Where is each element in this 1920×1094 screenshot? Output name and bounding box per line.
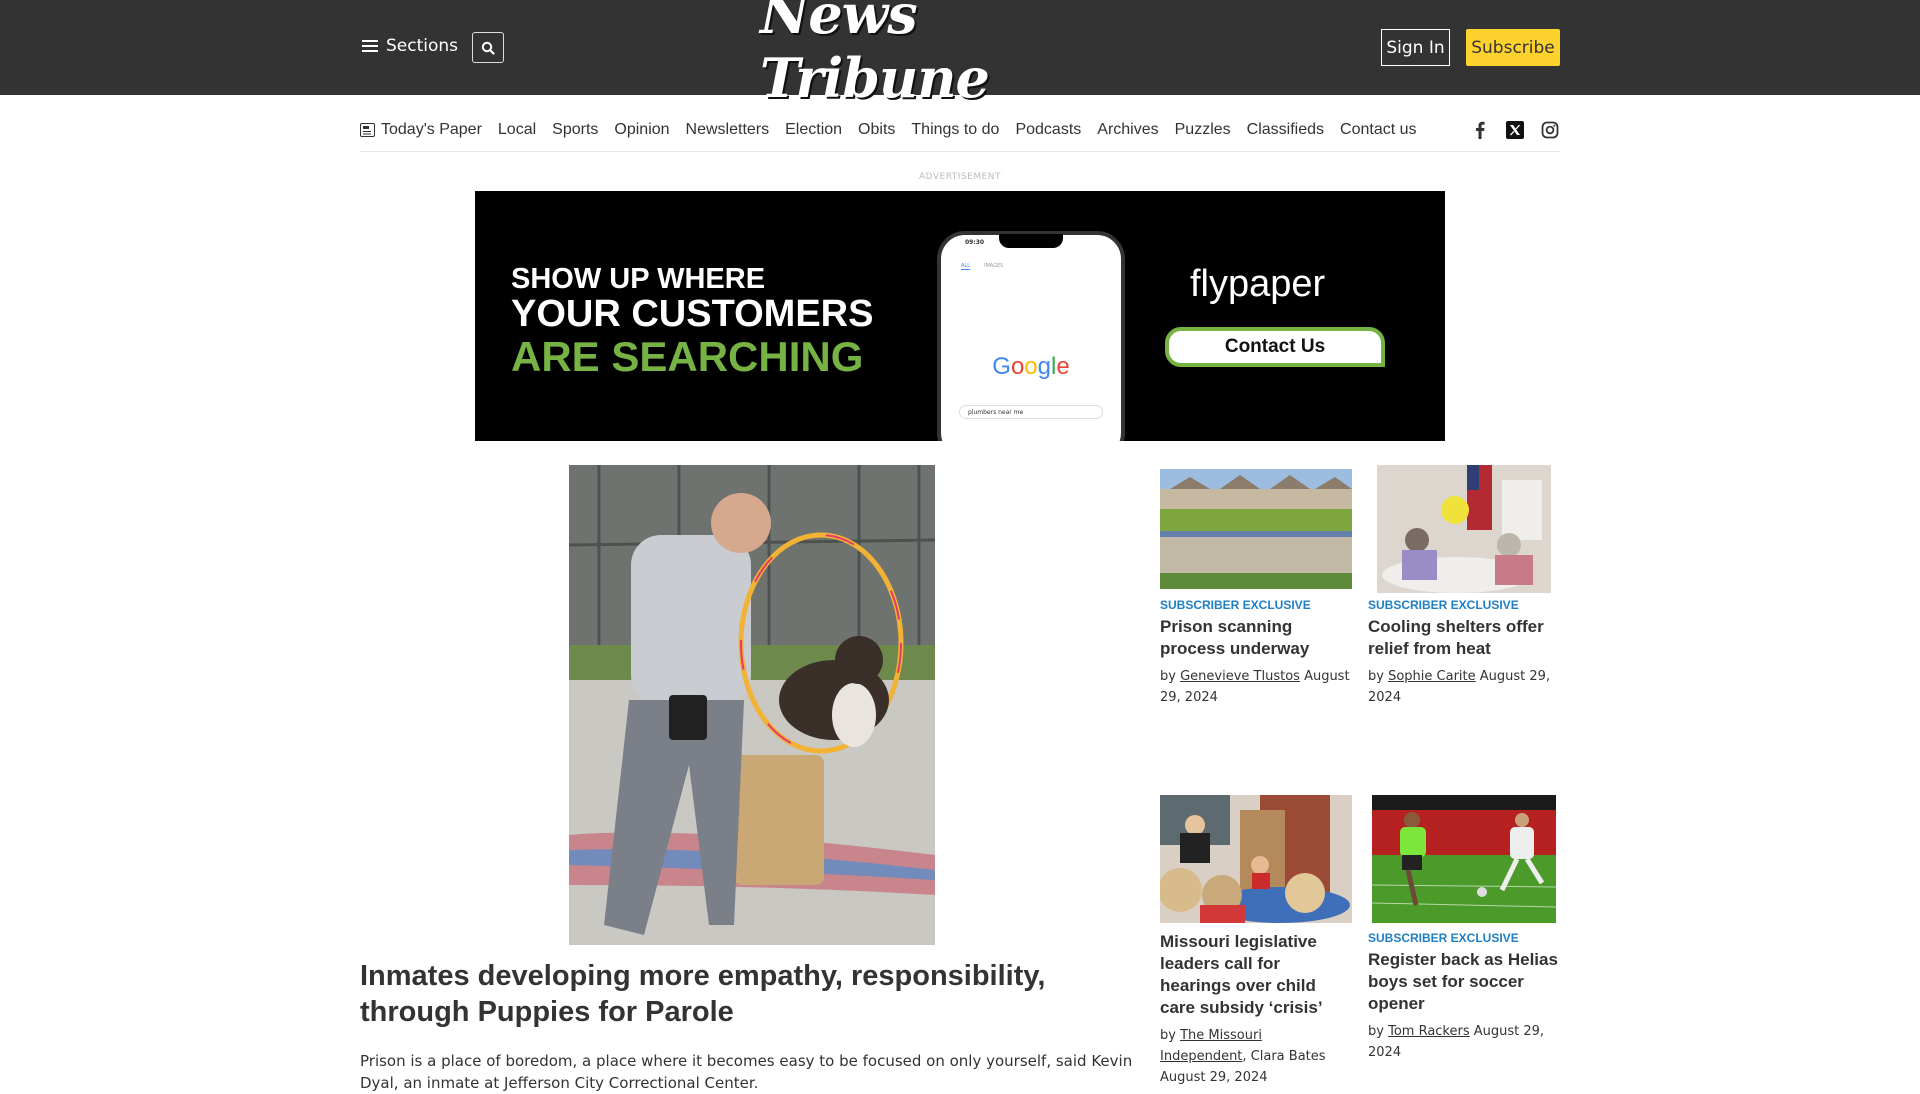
man-training-dog-photo	[569, 465, 935, 945]
by-text: by	[1160, 1028, 1176, 1043]
social-links	[1455, 108, 1560, 152]
co-author: , Clara Bates	[1242, 1049, 1326, 1064]
main-nav: Today's Paper Local Sports Opinion Newsl…	[360, 108, 1560, 152]
ad-phone-image: 09:30 ALL IMAGES Google plumbers near me	[937, 231, 1125, 441]
hamburger-icon	[362, 40, 378, 52]
story-card-byline: by Sophie Carite August 29, 2024	[1368, 666, 1560, 708]
author-link[interactable]: Sophie Carite	[1388, 669, 1476, 684]
story-card-headline[interactable]: Missouri legislative leaders call for he…	[1160, 931, 1352, 1019]
story-card-headline[interactable]: Register back as Helias boys set for soc…	[1368, 949, 1560, 1015]
site-logo[interactable]: News Tribune	[760, 0, 1160, 110]
facebook-icon[interactable]	[1470, 120, 1490, 140]
x-twitter-icon[interactable]	[1505, 120, 1525, 140]
story-card-image[interactable]	[1160, 469, 1352, 589]
soccer-game-photo	[1371, 795, 1557, 923]
story-card-headline[interactable]: Prison scanning process underway	[1160, 616, 1352, 660]
nav-item-contact-us[interactable]: Contact us	[1340, 121, 1416, 139]
by-text: by	[1160, 669, 1176, 684]
child-care-classroom-photo	[1160, 795, 1352, 923]
top-header: Sections News Tribune Sign In Subscribe	[0, 0, 1920, 110]
ad-headline-line-2: YOUR CUSTOMERS	[511, 293, 874, 335]
story-card: SUBSCRIBER EXCLUSIVE Prison scanning pro…	[1160, 469, 1352, 708]
author-link[interactable]: Tom Rackers	[1388, 1024, 1470, 1039]
subscriber-exclusive-label: SUBSCRIBER EXCLUSIVE	[1368, 598, 1519, 612]
nav-item-sports[interactable]: Sports	[552, 121, 598, 139]
phone-tab-all: ALL	[961, 263, 970, 270]
nav-item-newsletters[interactable]: Newsletters	[686, 121, 770, 139]
sections-menu-button[interactable]: Sections	[362, 36, 458, 56]
by-text: by	[1368, 669, 1384, 684]
sign-in-button[interactable]: Sign In	[1381, 29, 1450, 66]
story-card-byline: by Genevieve Tlustos August 29, 2024	[1160, 666, 1352, 708]
google-logo: Google	[992, 353, 1070, 380]
phone-time: 09:30	[965, 239, 985, 246]
nav-item-todays-paper[interactable]: Today's Paper	[360, 121, 482, 139]
story-card: SUBSCRIBER EXCLUSIVE Cooling shelters of…	[1368, 465, 1560, 708]
instagram-icon[interactable]	[1540, 120, 1560, 140]
nav-item-archives[interactable]: Archives	[1097, 121, 1158, 139]
story-card: SUBSCRIBER EXCLUSIVE Register back as He…	[1368, 795, 1560, 1063]
lead-story-excerpt: Prison is a place of boredom, a place wh…	[360, 1052, 1133, 1092]
story-card-image[interactable]	[1368, 465, 1560, 593]
phone-notch	[999, 234, 1063, 248]
sections-label: Sections	[386, 36, 459, 56]
story-card-headline[interactable]: Cooling shelters offer relief from heat	[1368, 616, 1560, 660]
story-card-byline: by The Missouri Independent, Clara Bates…	[1160, 1025, 1352, 1088]
nav-item-local[interactable]: Local	[498, 121, 536, 139]
cooling-shelter-photo	[1377, 465, 1551, 593]
by-text: by	[1368, 1024, 1384, 1039]
nav-item-classifieds[interactable]: Classifieds	[1247, 121, 1324, 139]
ad-headline-line-1: SHOW UP WHERE	[511, 263, 766, 295]
story-card-byline: by Tom Rackers August 29, 2024	[1368, 1021, 1560, 1063]
phone-search-box: plumbers near me	[959, 405, 1103, 419]
story-card-image[interactable]	[1368, 795, 1560, 923]
newspaper-icon	[360, 122, 375, 137]
ad-contact-us-button[interactable]: Contact Us	[1165, 327, 1385, 367]
nav-item-obits[interactable]: Obits	[858, 121, 895, 139]
story-card-image[interactable]	[1160, 795, 1352, 923]
nav-item-puzzles[interactable]: Puzzles	[1175, 121, 1231, 139]
subscriber-exclusive-label: SUBSCRIBER EXCLUSIVE	[1160, 598, 1311, 612]
subscriber-exclusive-label: SUBSCRIBER EXCLUSIVE	[1368, 931, 1519, 945]
ad-headline-line-3: ARE SEARCHING	[511, 333, 864, 380]
story-date: August 29, 2024	[1160, 1070, 1268, 1085]
prison-building-photo	[1160, 469, 1352, 589]
phone-tab-images: IMAGES	[984, 263, 1004, 269]
search-icon	[481, 41, 495, 55]
nav-item-election[interactable]: Election	[785, 121, 842, 139]
flypaper-logo: flypaper	[1190, 263, 1326, 305]
advertisement-label: ADVERTISEMENT	[918, 172, 1002, 182]
phone-tabs: ALL IMAGES	[961, 263, 1003, 270]
nav-item-things-to-do[interactable]: Things to do	[911, 121, 999, 139]
nav-item-podcasts[interactable]: Podcasts	[1015, 121, 1081, 139]
search-button[interactable]	[472, 32, 504, 63]
subscribe-button[interactable]: Subscribe	[1466, 29, 1560, 66]
nav-item-label: Today's Paper	[381, 120, 482, 138]
lead-story-headline[interactable]: Inmates developing more empathy, respons…	[360, 958, 1150, 1030]
author-link[interactable]: Genevieve Tlustos	[1180, 669, 1300, 684]
advertisement-banner[interactable]: SHOW UP WHERE YOUR CUSTOMERS ARE SEARCHI…	[475, 191, 1445, 441]
lead-story-image[interactable]	[569, 465, 935, 945]
story-card: Missouri legislative leaders call for he…	[1160, 795, 1352, 1088]
nav-item-opinion[interactable]: Opinion	[614, 121, 669, 139]
